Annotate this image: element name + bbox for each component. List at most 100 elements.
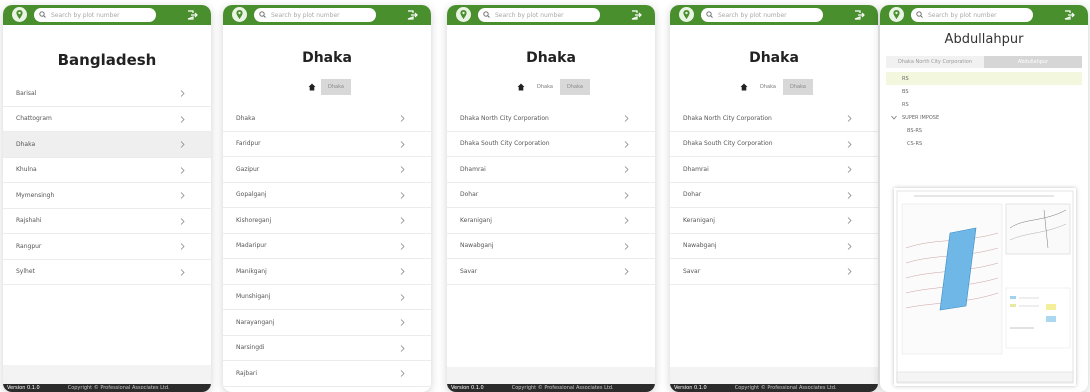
list-item[interactable]: Sylhet [3,260,211,285]
list-item[interactable]: Kishoreganj [223,208,431,234]
tree-item[interactable]: RS [886,98,1082,111]
breadcrumb-item[interactable]: Dhaka [530,79,560,95]
list-item[interactable]: Rajshahi [3,209,211,234]
chevron-right-icon [624,191,629,199]
chevron-right-icon [400,140,405,148]
footer: Version 0.1.0 Copyright © Professional As… [447,384,655,392]
chevron-right-icon [400,191,405,199]
list-item[interactable]: Nawabganj [447,234,655,259]
search-input[interactable] [718,8,818,22]
search-input[interactable] [51,8,151,22]
search-icon [259,11,266,18]
chevron-right-icon [847,140,852,148]
tree-item[interactable]: RS [886,72,1082,85]
logout-icon[interactable] [630,9,642,21]
tree-item[interactable]: BS [886,85,1082,98]
list-item[interactable]: Rangpur [3,234,211,260]
search-box[interactable] [34,8,156,22]
logout-icon[interactable] [853,9,865,21]
list-item[interactable]: Mymensingh [3,183,211,209]
mouza-map-preview[interactable] [894,188,1076,386]
search-box[interactable] [911,8,1033,22]
breadcrumb-item[interactable]: Dhaka [783,79,813,95]
chevron-right-icon [400,319,405,326]
screen-upazilas-repeat: Dhaka Dhaka Dhaka Dhaka North City Corpo… [670,5,878,392]
list-item-selected[interactable]: Dhaka [3,132,211,158]
logout-icon[interactable] [1063,9,1075,21]
home-icon[interactable] [512,79,530,95]
bottom-band [3,365,211,385]
chevron-right-icon [847,217,852,224]
list-item[interactable]: Munshiganj [223,285,431,310]
list-item[interactable]: Narayanganj [223,310,431,336]
tree-item[interactable]: BS-RS [886,124,1082,137]
pin-logo-icon[interactable] [889,7,904,22]
list-item[interactable]: Keraniganj [447,208,655,234]
search-input[interactable] [495,8,595,22]
search-input[interactable] [271,8,371,22]
list-item[interactable]: Dhaka North City Corporation [447,106,655,132]
tab-city-corporation[interactable]: Dhaka North City Corporation [886,56,984,68]
search-box[interactable] [254,8,376,22]
list-item[interactable]: Nawabganj [670,234,878,259]
list-item[interactable]: Rajbari [223,361,431,387]
list-item[interactable]: Manikganj [223,259,431,285]
list-item[interactable]: Narsingdi [223,336,431,361]
tree-item[interactable]: CS-RS [886,137,1082,150]
tree-group[interactable]: SUPER IMPOSE [886,111,1082,124]
list-item[interactable]: Keraniganj [670,208,878,234]
pin-logo-icon[interactable] [679,7,694,22]
home-icon[interactable] [303,79,321,95]
breadcrumb-item[interactable]: Dhaka [560,79,590,95]
list-item[interactable]: Chattogram [3,107,211,132]
list-item[interactable]: Dhaka [223,106,431,132]
screen-districts: Dhaka Dhaka Dhaka Faridpur Gazipur Gopal… [223,5,431,392]
search-input[interactable] [928,8,1028,22]
upazila-list: Dhaka North City Corporation Dhaka South… [670,106,878,285]
page-title: Abdullahpur [944,32,1024,47]
logout-icon[interactable] [186,9,198,21]
home-icon[interactable] [735,79,753,95]
list-item[interactable]: Barisal [3,81,211,107]
screen-mouza-detail: Abdullahpur Dhaka North City Corporation… [880,5,1088,392]
breadcrumb-item[interactable]: Dhaka [321,79,351,95]
breadcrumb-item[interactable]: Dhaka [753,79,783,95]
logout-icon[interactable] [406,9,418,21]
pin-logo-icon[interactable] [232,7,247,22]
chevron-right-icon [624,115,629,122]
list-item[interactable]: Dohar [670,183,878,208]
page-title: Dhaka [749,50,799,66]
pin-logo-icon[interactable] [12,7,27,22]
list-item[interactable]: Madaripur [223,234,431,259]
search-box[interactable] [701,8,823,22]
list-item[interactable]: Savar [447,259,655,285]
tab-bar: Dhaka North City Corporation Abdullahpur [886,56,1082,68]
list-item[interactable]: Dhaka South City Corporation [447,132,655,157]
chevron-down-icon [891,115,897,120]
map-type-tree: RS BS RS SUPER IMPOSE BS-RS CS-RS [886,72,1082,150]
list-item[interactable]: Dhaka North City Corporation [670,106,878,132]
list-item[interactable]: Gopalganj [223,183,431,208]
list-item[interactable]: Savar [670,259,878,285]
page-title: Dhaka [526,50,576,66]
list-item[interactable]: Khulna [3,158,211,183]
footer: Version 0.1.0 Copyright © Professional As… [3,384,211,392]
map-image [896,190,1074,384]
tab-mouza[interactable]: Abdullahpur [984,56,1082,68]
chevron-right-icon [847,242,852,250]
breadcrumb: Dhaka Dhaka [447,79,655,95]
list-item[interactable]: Dohar [447,183,655,208]
list-item[interactable]: Gazipur [223,157,431,183]
pin-logo-icon[interactable] [456,7,471,22]
list-item[interactable]: Dhamrai [447,157,655,183]
list-item[interactable]: Faridpur [223,132,431,157]
search-box[interactable] [478,8,600,22]
chevron-right-icon [847,268,852,275]
screen-divisions: Bangladesh Barisal Chattogram Dhaka Khul… [3,5,211,392]
list-item[interactable]: Dhaka South City Corporation [670,132,878,157]
chevron-right-icon [180,115,185,123]
division-list: Barisal Chattogram Dhaka Khulna Mymensin… [3,81,211,285]
chevron-right-icon [624,217,629,224]
district-list: Dhaka Faridpur Gazipur Gopalganj Kishore… [223,106,431,387]
list-item[interactable]: Dhamrai [670,157,878,183]
